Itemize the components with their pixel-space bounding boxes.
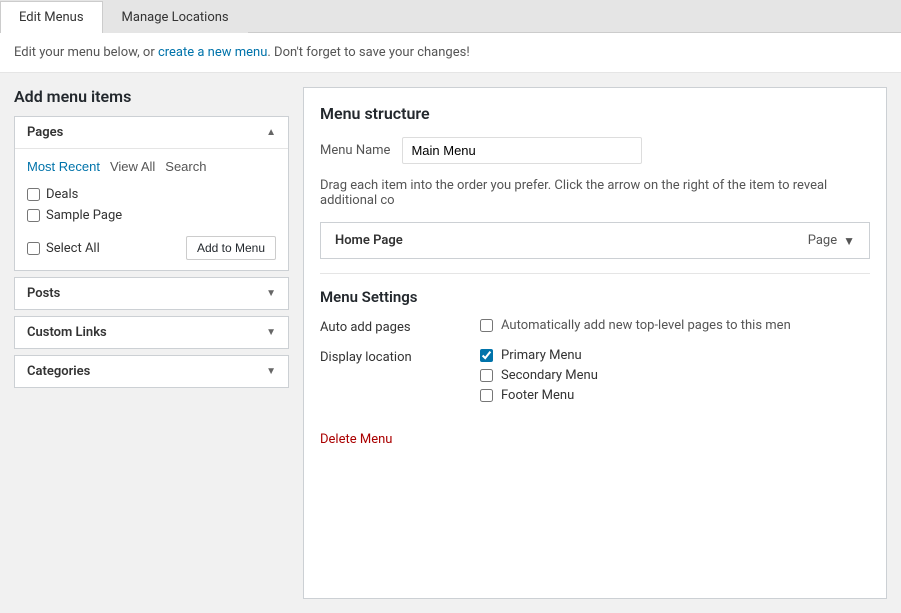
secondary-menu-label: Secondary Menu	[501, 368, 598, 383]
footer-menu-row: Footer Menu	[480, 388, 870, 403]
sample-page-checkbox[interactable]	[27, 209, 40, 222]
add-to-menu-button[interactable]: Add to Menu	[186, 236, 276, 260]
menu-settings-heading: Menu Settings	[320, 288, 870, 306]
footer-menu-label: Footer Menu	[501, 388, 574, 403]
posts-label: Posts	[27, 286, 60, 301]
sub-tab-view-all[interactable]: View All	[110, 159, 155, 174]
custom-links-accordion-header[interactable]: Custom Links ▼	[15, 317, 288, 348]
create-new-menu-link[interactable]: create a new menu	[158, 45, 267, 60]
primary-menu-checkbox[interactable]	[480, 349, 493, 362]
menu-name-input[interactable]	[402, 137, 642, 164]
info-text-after: . Don't forget to save your changes!	[267, 45, 469, 60]
tab-manage-locations[interactable]: Manage Locations	[103, 1, 248, 33]
menu-item-type: Page	[808, 233, 837, 248]
right-panel: Menu structure Menu Name Drag each item …	[303, 87, 887, 599]
auto-add-hint: Automatically add new top-level pages to…	[501, 318, 791, 333]
auto-add-content: Automatically add new top-level pages to…	[480, 318, 870, 338]
categories-chevron-icon: ▼	[266, 366, 276, 377]
left-panel: Add menu items Pages ▲ Most Recent View …	[14, 87, 289, 599]
info-text-before: Edit your menu below, or	[14, 45, 158, 60]
sub-tab-search[interactable]: Search	[165, 159, 206, 174]
pages-accordion: Pages ▲ Most Recent View All Search Deal…	[14, 116, 289, 271]
menu-item-box: Home Page Page ▼	[320, 222, 870, 259]
info-bar: Edit your menu below, or create a new me…	[0, 33, 901, 73]
auto-add-pages-row: Auto add pages Automatically add new top…	[320, 318, 870, 338]
menu-item-label: Home Page	[335, 233, 403, 248]
list-item: Deals	[27, 184, 276, 205]
main-layout: Add menu items Pages ▲ Most Recent View …	[0, 73, 901, 613]
add-menu-items-heading: Add menu items	[14, 87, 289, 106]
custom-links-label: Custom Links	[27, 325, 107, 340]
select-all-label[interactable]: Select All	[27, 241, 100, 256]
secondary-menu-row: Secondary Menu	[480, 368, 870, 383]
select-all-row: Select All Add to Menu	[27, 236, 276, 260]
pages-accordion-body: Most Recent View All Search Deals Sample…	[15, 148, 288, 270]
list-item: Sample Page	[27, 205, 276, 226]
select-all-text: Select All	[46, 241, 100, 256]
primary-menu-label: Primary Menu	[501, 348, 582, 363]
sub-tab-most-recent[interactable]: Most Recent	[27, 159, 100, 174]
display-location-row: Display location Primary Menu Secondary …	[320, 348, 870, 408]
pages-accordion-header[interactable]: Pages ▲	[15, 117, 288, 148]
tab-edit-menus[interactable]: Edit Menus	[0, 1, 103, 33]
posts-accordion-header[interactable]: Posts ▼	[15, 278, 288, 309]
auto-add-label: Auto add pages	[320, 318, 460, 335]
menu-structure-heading: Menu structure	[320, 104, 870, 123]
pages-list: Deals Sample Page	[27, 184, 276, 226]
footer-menu-checkbox[interactable]	[480, 389, 493, 402]
auto-add-checkbox[interactable]	[480, 319, 493, 332]
delete-menu-link[interactable]: Delete Menu	[320, 432, 392, 447]
pages-sub-tabs: Most Recent View All Search	[27, 159, 276, 174]
categories-label: Categories	[27, 364, 90, 379]
menu-name-label: Menu Name	[320, 143, 390, 158]
secondary-menu-checkbox[interactable]	[480, 369, 493, 382]
primary-menu-row: Primary Menu	[480, 348, 870, 363]
custom-links-accordion: Custom Links ▼	[14, 316, 289, 349]
posts-chevron-icon: ▼	[266, 288, 276, 299]
categories-accordion-header[interactable]: Categories ▼	[15, 356, 288, 387]
auto-add-checkbox-row: Automatically add new top-level pages to…	[480, 318, 870, 333]
sample-page-label: Sample Page	[46, 208, 122, 223]
menu-name-row: Menu Name	[320, 137, 870, 164]
drag-hint: Drag each item into the order you prefer…	[320, 178, 870, 208]
pages-label: Pages	[27, 125, 63, 140]
categories-accordion: Categories ▼	[14, 355, 289, 388]
display-location-label: Display location	[320, 348, 460, 365]
posts-accordion: Posts ▼	[14, 277, 289, 310]
display-location-content: Primary Menu Secondary Menu Footer Menu	[480, 348, 870, 408]
section-divider	[320, 273, 870, 274]
select-all-checkbox[interactable]	[27, 242, 40, 255]
deals-checkbox[interactable]	[27, 188, 40, 201]
tabs-bar: Edit Menus Manage Locations	[0, 0, 901, 33]
menu-item-expand-icon[interactable]: ▼	[843, 234, 855, 248]
menu-item-right: Page ▼	[808, 233, 855, 248]
pages-chevron-icon: ▲	[266, 127, 276, 138]
deals-label: Deals	[46, 187, 78, 202]
custom-links-chevron-icon: ▼	[266, 327, 276, 338]
